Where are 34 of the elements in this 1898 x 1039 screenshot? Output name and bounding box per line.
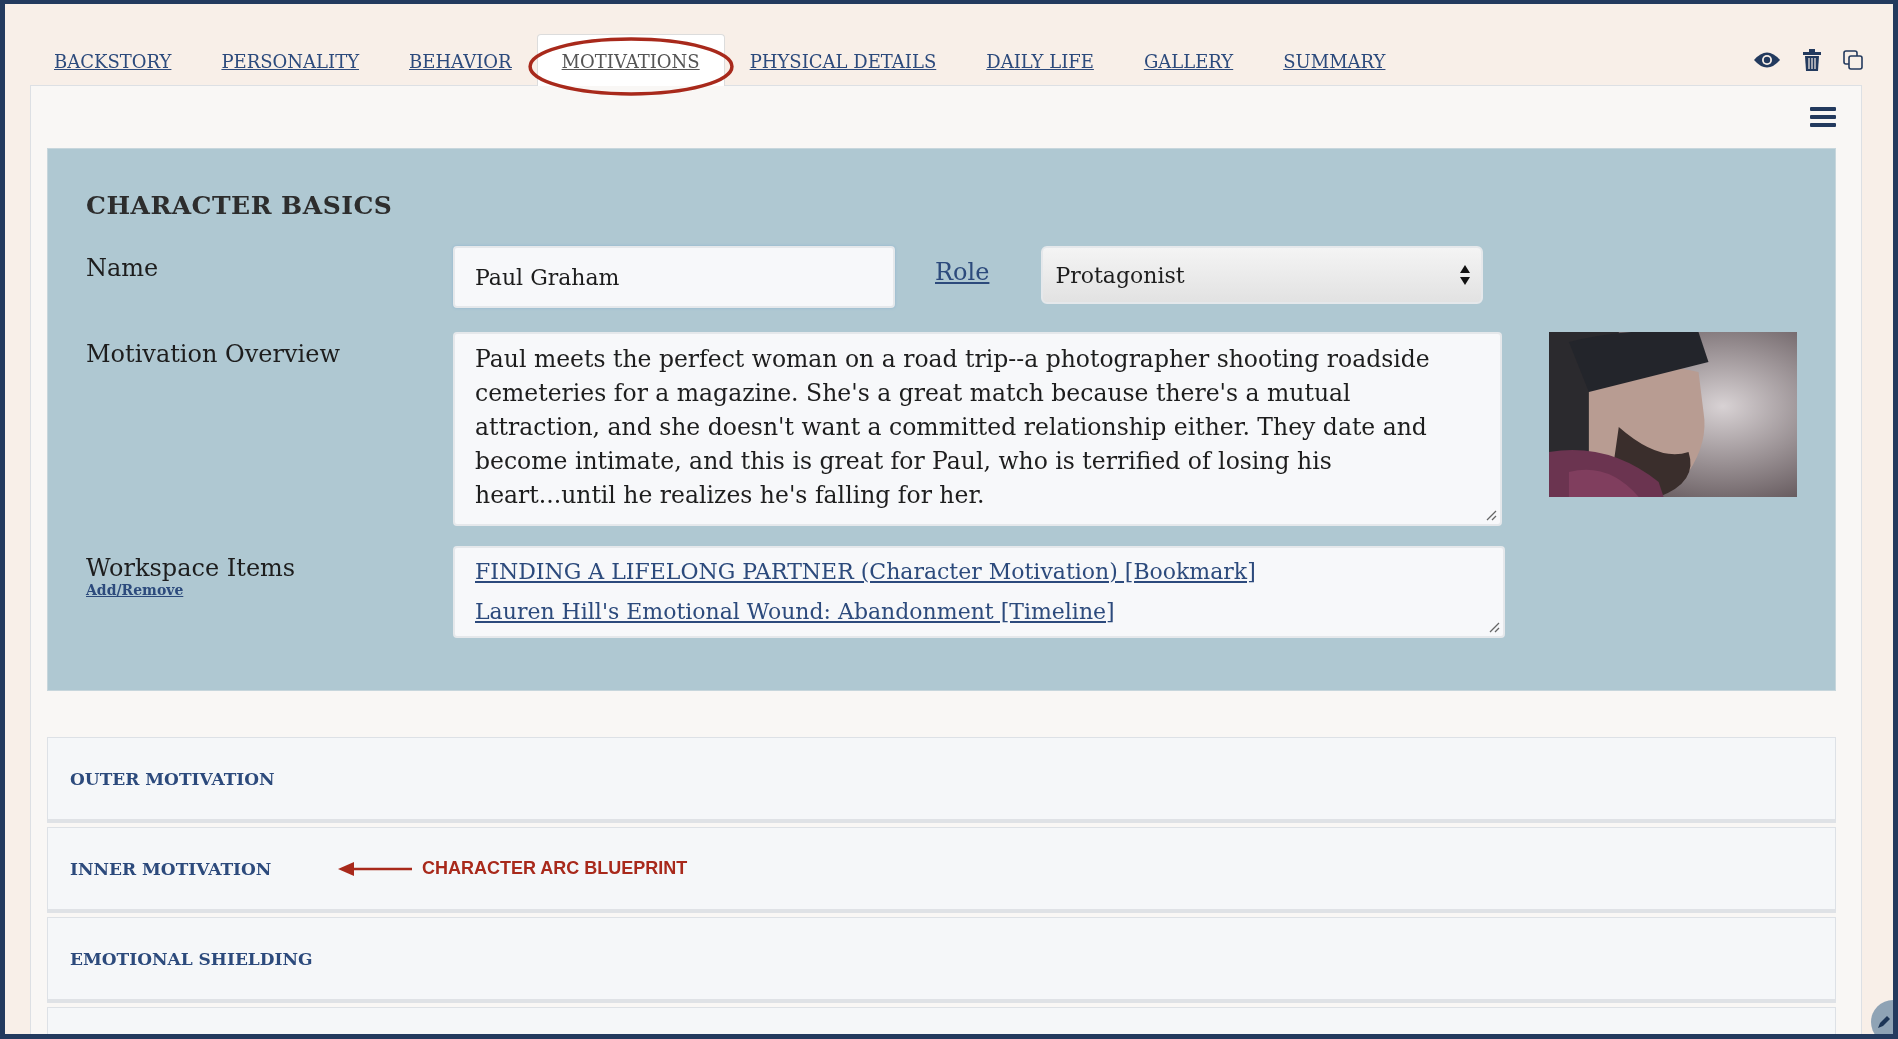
overview-field[interactable]: Paul meets the perfect woman on a road trip--a photographer shooting roadside cemeteries for a magazine. She's a great match because there's a mutual attraction, and she doesn't want a committed relationship either. They date and become intimate, and this is great for Paul, who is terrified of losing his heart...until he realizes he's falling for her. [453, 332, 1502, 526]
workspace-item-link[interactable]: FINDING A LIFELONG PARTNER (Character Motivation) [Bookmark] [475, 552, 1256, 592]
add-remove-link[interactable]: Add/Remove [86, 582, 184, 598]
section-title[interactable]: INNER MOTIVATION [70, 858, 338, 879]
section-title[interactable]: EMOTIONAL SHIELDING [70, 948, 338, 969]
resize-handle-icon[interactable] [1488, 621, 1500, 633]
resize-handle-icon[interactable] [1484, 509, 1497, 521]
annotation-text: CHARACTER ARC BLUEPRINT [422, 858, 688, 879]
section-heading: CHARACTER BASICS [86, 191, 394, 220]
tab[interactable]: GALLERY [1118, 34, 1259, 86]
tab[interactable]: SUMMARY [1258, 34, 1411, 86]
field-label: Motivation Overview [86, 339, 341, 368]
stepper-icon [1459, 264, 1472, 286]
field-label: Workspace Items [86, 554, 297, 582]
menu-icon[interactable] [1810, 106, 1836, 128]
field-label: Name [86, 253, 160, 282]
tab[interactable]: PERSONALITY [196, 34, 384, 86]
role-link[interactable]: Role [935, 258, 990, 286]
name-field[interactable]: Paul Graham [453, 246, 895, 308]
eye-icon[interactable] [1753, 51, 1781, 69]
tab[interactable]: MOTIVATIONS [536, 34, 725, 86]
tab[interactable]: PHYSICAL DETAILS [724, 34, 962, 86]
tab[interactable]: BEHAVIOR [384, 34, 537, 86]
role-dropdown[interactable]: Protagonist [1041, 246, 1484, 304]
accordion-section[interactable]: OUTER MOTIVATION [47, 737, 1836, 823]
section-title[interactable]: OUTER MOTIVATION [70, 768, 338, 789]
accordion-section[interactable]: EMOTIONAL SHIELDING [47, 917, 1836, 1003]
workspace-item-link[interactable]: Lauren Hill's Emotional Wound: Abandonment [Timeline] [475, 592, 1115, 632]
pencil-icon [1877, 1015, 1891, 1029]
accordion-section[interactable]: INNER MOTIVATION CHARACTER ARC BLUEPRINT [47, 827, 1836, 913]
tab[interactable]: DAILY LIFE [961, 34, 1119, 86]
tab[interactable]: BACKSTORY [29, 34, 197, 86]
copy-icon[interactable] [1843, 50, 1863, 70]
trash-icon[interactable] [1803, 49, 1821, 71]
